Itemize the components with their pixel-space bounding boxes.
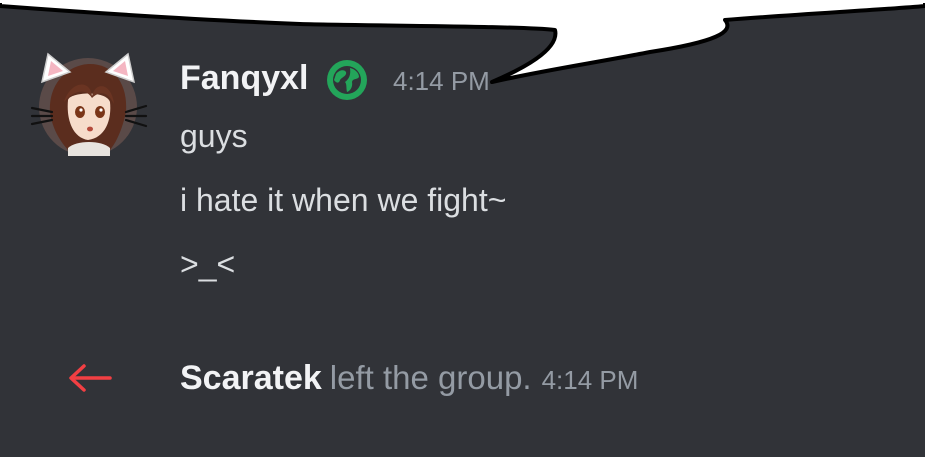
message-line: >_< <box>180 246 236 282</box>
left-arrow-icon <box>66 362 112 394</box>
system-timestamp[interactable]: 4:14 PM <box>542 365 639 395</box>
message-line: i hate it when we fight~ <box>180 182 507 218</box>
system-message-text: Scaratek left the group. 4:14 PM <box>180 356 638 407</box>
system-action-text: left the group. <box>329 359 532 396</box>
system-username[interactable]: Scaratek <box>180 359 322 397</box>
speech-bubble-overlay <box>0 0 925 84</box>
message-line: guys <box>180 118 248 154</box>
system-message-left-group: Scaratek left the group. 4:14 PM <box>0 350 925 406</box>
